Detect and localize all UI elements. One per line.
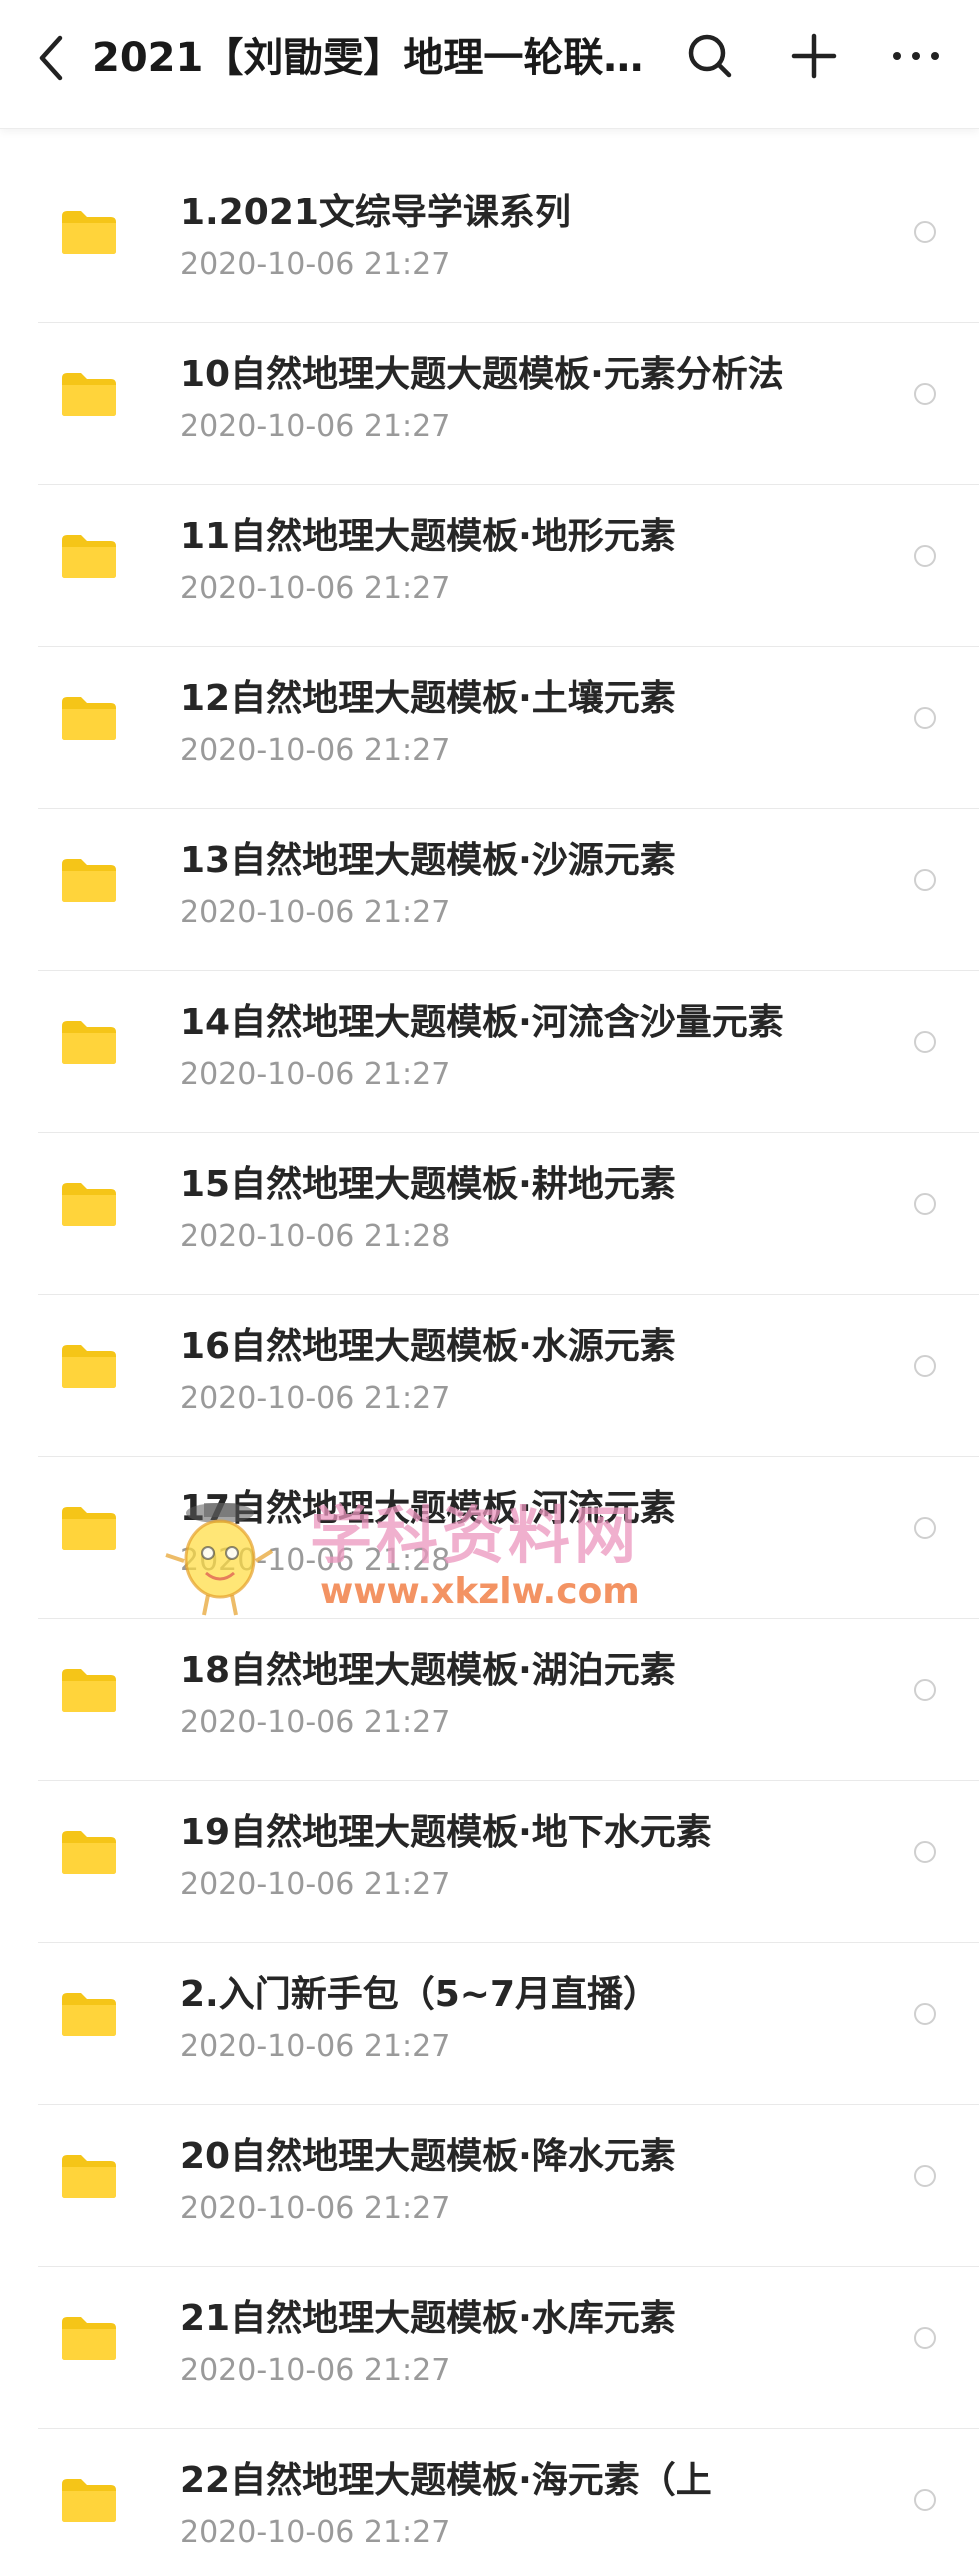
file-name: 21自然地理大题模板·水库元素	[180, 2298, 676, 2339]
folder-icon	[62, 2155, 116, 2198]
file-date: 2020-10-06 21:27	[180, 571, 451, 606]
file-row[interactable]: 17自然地理大题模板·河流元素 2020-10-06 21:28	[0, 1457, 979, 1619]
select-radio[interactable]	[914, 1517, 936, 1539]
file-name: 20自然地理大题模板·降水元素	[180, 2136, 676, 2177]
chevron-left-icon	[39, 35, 63, 81]
folder-icon	[62, 1831, 116, 1874]
file-date: 2020-10-06 21:27	[180, 1381, 451, 1416]
select-radio[interactable]	[914, 2489, 936, 2511]
file-name: 16自然地理大题模板·水源元素	[180, 1326, 676, 1367]
file-row[interactable]: 10自然地理大题大题模板·元素分析法 2020-10-06 21:27	[0, 323, 979, 485]
file-name: 1.2021文综导学课系列	[180, 192, 571, 233]
page-title: 2021【刘勖雯】地理一轮联…	[92, 35, 644, 81]
file-date: 2020-10-06 21:27	[180, 1867, 451, 1902]
more-horizontal-icon	[893, 52, 939, 60]
select-radio[interactable]	[914, 1679, 936, 1701]
select-radio[interactable]	[914, 869, 936, 891]
folder-icon	[62, 2317, 116, 2360]
file-row[interactable]: 1.2021文综导学课系列 2020-10-06 21:27	[0, 161, 979, 323]
file-row[interactable]: 15自然地理大题模板·耕地元素 2020-10-06 21:28	[0, 1133, 979, 1295]
select-radio[interactable]	[914, 2165, 936, 2187]
file-date: 2020-10-06 21:27	[180, 247, 451, 282]
file-name: 11自然地理大题模板·地形元素	[180, 516, 676, 557]
file-date: 2020-10-06 21:27	[180, 895, 451, 930]
folder-icon	[62, 2479, 116, 2522]
select-radio[interactable]	[914, 1193, 936, 1215]
file-date: 2020-10-06 21:27	[180, 2353, 451, 2388]
file-row[interactable]: 18自然地理大题模板·湖泊元素 2020-10-06 21:27	[0, 1619, 979, 1781]
top-app-bar: 2021【刘勖雯】地理一轮联…	[0, 0, 979, 129]
file-row[interactable]: 14自然地理大题模板·河流含沙量元素 2020-10-06 21:27	[0, 971, 979, 1133]
add-button[interactable]	[784, 26, 844, 86]
file-date: 2020-10-06 21:27	[180, 2515, 451, 2550]
folder-icon	[62, 1183, 116, 1226]
back-button[interactable]	[24, 28, 78, 88]
folder-icon	[62, 1021, 116, 1064]
folder-icon	[62, 373, 116, 416]
file-row[interactable]: 12自然地理大题模板·土壤元素 2020-10-06 21:27	[0, 647, 979, 809]
file-name: 2.入门新手包（5~7月直播）	[180, 1974, 659, 2015]
file-date: 2020-10-06 21:27	[180, 733, 451, 768]
select-radio[interactable]	[914, 1031, 936, 1053]
file-date: 2020-10-06 21:27	[180, 1057, 451, 1092]
file-date: 2020-10-06 21:27	[180, 1705, 451, 1740]
file-row[interactable]: 2.入门新手包（5~7月直播） 2020-10-06 21:27	[0, 1943, 979, 2105]
select-radio[interactable]	[914, 1355, 936, 1377]
more-button[interactable]	[886, 26, 946, 86]
file-name: 13自然地理大题模板·沙源元素	[180, 840, 676, 881]
select-radio[interactable]	[914, 383, 936, 405]
file-name: 10自然地理大题大题模板·元素分析法	[180, 354, 784, 395]
search-icon	[688, 34, 732, 78]
file-row[interactable]: 19自然地理大题模板·地下水元素 2020-10-06 21:27	[0, 1781, 979, 1943]
file-row[interactable]: 22自然地理大题模板·海元素（上 2020-10-06 21:27	[0, 2429, 979, 2560]
select-radio[interactable]	[914, 221, 936, 243]
search-button[interactable]	[680, 26, 740, 86]
select-radio[interactable]	[914, 1841, 936, 1863]
select-radio[interactable]	[914, 2003, 936, 2025]
file-row[interactable]: 11自然地理大题模板·地形元素 2020-10-06 21:27	[0, 485, 979, 647]
file-name: 12自然地理大题模板·土壤元素	[180, 678, 676, 719]
folder-icon	[62, 535, 116, 578]
select-radio[interactable]	[914, 545, 936, 567]
file-date: 2020-10-06 21:27	[180, 409, 451, 444]
plus-icon	[791, 33, 837, 79]
file-name: 14自然地理大题模板·河流含沙量元素	[180, 1002, 784, 1043]
file-name: 18自然地理大题模板·湖泊元素	[180, 1650, 676, 1691]
file-name: 19自然地理大题模板·地下水元素	[180, 1812, 712, 1853]
file-row[interactable]: 16自然地理大题模板·水源元素 2020-10-06 21:27	[0, 1295, 979, 1457]
file-row[interactable]: 13自然地理大题模板·沙源元素 2020-10-06 21:27	[0, 809, 979, 971]
file-row[interactable]: 20自然地理大题模板·降水元素 2020-10-06 21:27	[0, 2105, 979, 2267]
folder-icon	[62, 1669, 116, 1712]
file-name: 22自然地理大题模板·海元素（上	[180, 2460, 712, 2501]
file-list: 1.2021文综导学课系列 2020-10-06 21:27 10自然地理大题大题模…	[0, 161, 979, 2560]
file-name: 17自然地理大题模板·河流元素	[180, 1488, 676, 1529]
folder-icon	[62, 1507, 116, 1550]
select-radio[interactable]	[914, 707, 936, 729]
folder-icon	[62, 859, 116, 902]
file-date: 2020-10-06 21:27	[180, 2029, 451, 2064]
file-name: 15自然地理大题模板·耕地元素	[180, 1164, 676, 1205]
select-radio[interactable]	[914, 2327, 936, 2349]
folder-icon	[62, 697, 116, 740]
folder-icon	[62, 1345, 116, 1388]
folder-icon	[62, 1993, 116, 2036]
file-date: 2020-10-06 21:28	[180, 1543, 451, 1578]
file-row[interactable]: 21自然地理大题模板·水库元素 2020-10-06 21:27	[0, 2267, 979, 2429]
folder-icon	[62, 211, 116, 254]
file-date: 2020-10-06 21:28	[180, 1219, 451, 1254]
file-date: 2020-10-06 21:27	[180, 2191, 451, 2226]
